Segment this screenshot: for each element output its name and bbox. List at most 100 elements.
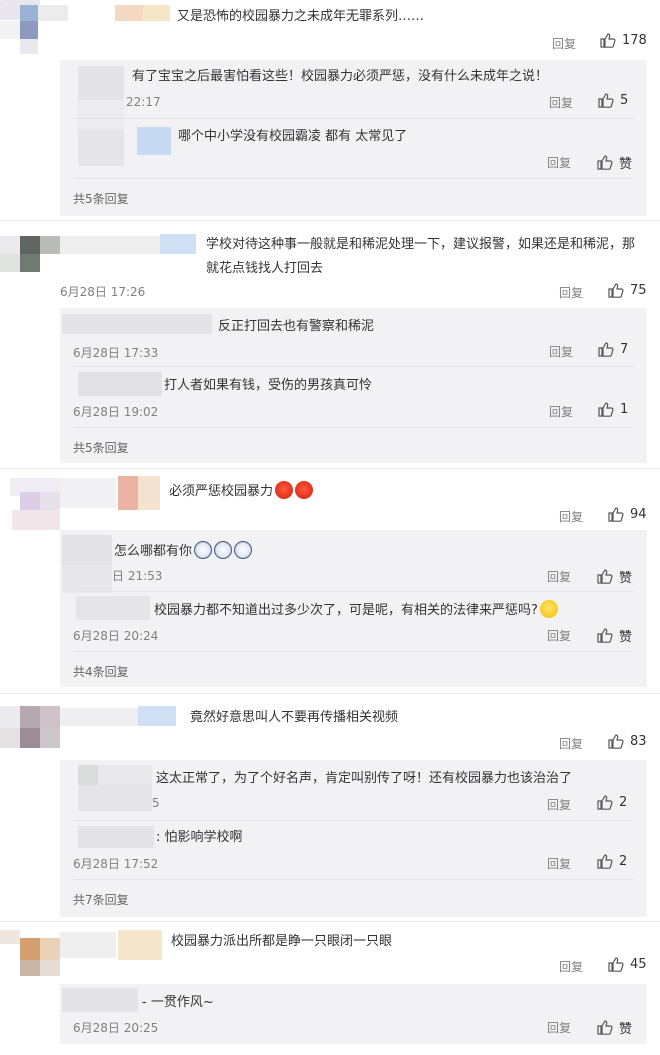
avatar[interactable] xyxy=(78,765,154,813)
reply-button[interactable]: 回复 xyxy=(547,568,571,585)
like-count: 2 xyxy=(619,854,628,869)
reply-text: 怎么哪都有你 xyxy=(114,541,253,561)
like-button[interactable]: 5 xyxy=(598,93,628,108)
like-button[interactable]: 45 xyxy=(608,957,647,972)
divider xyxy=(73,178,633,179)
like-button[interactable]: 178 xyxy=(600,33,647,48)
like-button[interactable]: 赞 xyxy=(597,153,632,172)
like-button[interactable]: 94 xyxy=(608,507,647,522)
thumbs-up-icon xyxy=(597,1020,613,1035)
thumbs-up-icon xyxy=(597,569,613,584)
thumbs-up-icon xyxy=(597,854,613,869)
more-replies-link[interactable]: 共4条回复 xyxy=(73,663,129,680)
like-count: 5 xyxy=(620,93,629,108)
avatar[interactable] xyxy=(0,474,170,534)
divider xyxy=(0,468,660,469)
reply-text: 哪个中小学没有校园霸凌 都有 太常见了 xyxy=(178,129,408,144)
reply-button[interactable]: 回复 xyxy=(547,627,571,644)
like-button[interactable]: 83 xyxy=(608,734,647,749)
reply-text: - 一贯作风~ xyxy=(142,995,214,1010)
reply-text: : 怕影响学校啊 xyxy=(156,830,243,845)
more-replies-link[interactable]: 共5条回复 xyxy=(73,439,129,456)
like-count: 赞 xyxy=(619,630,633,645)
thumbs-up-icon xyxy=(608,957,624,972)
timestamp: 6月28日 20:25 xyxy=(73,1021,159,1035)
thumbs-up-icon xyxy=(600,33,616,48)
reply-text: 反正打回去也有警察和稀泥 xyxy=(218,319,375,334)
timestamp: 6月28日 17:33 xyxy=(73,346,159,360)
thumbs-up-icon xyxy=(598,93,614,108)
reply-button[interactable]: 回复 xyxy=(559,735,583,752)
reply-button[interactable]: 回复 xyxy=(549,94,573,111)
like-button[interactable]: 2 xyxy=(597,854,627,869)
avatar[interactable] xyxy=(0,232,200,278)
like-count: 178 xyxy=(622,33,647,48)
reply-button[interactable]: 回复 xyxy=(547,1019,571,1036)
divider xyxy=(73,651,633,652)
divider xyxy=(73,427,633,428)
like-button[interactable]: 7 xyxy=(598,342,628,357)
reply-button[interactable]: 回复 xyxy=(549,343,573,360)
like-button[interactable]: 2 xyxy=(597,795,627,810)
like-count: 45 xyxy=(630,957,647,972)
avatar[interactable] xyxy=(0,704,180,752)
avatar[interactable] xyxy=(0,0,170,55)
reply-button[interactable]: 回复 xyxy=(549,403,573,420)
timestamp: 6月28日 17:52 xyxy=(73,857,159,871)
divider xyxy=(0,220,660,221)
reply-button[interactable]: 回复 xyxy=(552,35,576,52)
comment-text: 学校对待这种事一般就是和稀泥处理一下，建议报警，如果还是和稀泥，那就花点钱找人打… xyxy=(206,237,636,276)
comment-text: 又是恐怖的校园暴力之未成年无罪系列…… xyxy=(177,9,425,24)
thumbs-up-icon xyxy=(598,342,614,357)
ghost-emoji-icon xyxy=(234,541,253,559)
divider xyxy=(0,693,660,694)
like-button[interactable]: 赞 xyxy=(597,1018,632,1037)
reply-text: 有了宝宝之后最害怕看这些！校园暴力必须严惩，没有什么未成年之说！ xyxy=(132,69,549,84)
angry-emoji-icon xyxy=(275,481,294,499)
angry-emoji-icon xyxy=(295,481,314,499)
thumbs-up-icon xyxy=(597,628,613,643)
divider xyxy=(73,366,633,367)
like-button[interactable]: 赞 xyxy=(597,567,632,586)
divider xyxy=(0,921,660,922)
more-replies-link[interactable]: 共7条回复 xyxy=(73,891,129,908)
comment-text: 竟然好意思叫人不要再传播相关视频 xyxy=(190,710,399,725)
timestamp: 5 xyxy=(152,796,160,810)
avatar[interactable] xyxy=(62,535,112,595)
divider xyxy=(73,118,633,119)
thumbs-up-icon xyxy=(598,402,614,417)
thumbs-up-icon xyxy=(597,155,613,170)
like-button[interactable]: 1 xyxy=(598,402,628,417)
reply-button[interactable]: 回复 xyxy=(559,508,583,525)
like-button[interactable]: 赞 xyxy=(597,626,632,645)
timestamp: 6月28日 17:26 xyxy=(60,285,146,299)
reply-button[interactable]: 回复 xyxy=(547,154,571,171)
timestamp: 6月28日 19:02 xyxy=(73,405,159,419)
reply-text: 打人者如果有钱，受伤的男孩真可怜 xyxy=(164,378,373,393)
avatar[interactable] xyxy=(78,66,124,166)
divider xyxy=(73,591,633,592)
reply-button[interactable]: 回复 xyxy=(559,958,583,975)
reply-text: 校园暴力都不知道出过多少次了，可是呢，有相关的法律来严惩吗? xyxy=(154,600,558,620)
avatar[interactable] xyxy=(0,928,170,978)
like-count: 赞 xyxy=(619,571,633,586)
timestamp: 22:17 xyxy=(126,95,161,109)
like-count: 1 xyxy=(620,402,629,417)
avatar[interactable] xyxy=(62,988,140,1014)
thumbs-up-icon xyxy=(608,283,624,298)
thumbs-up-icon xyxy=(608,734,624,749)
like-button[interactable]: 75 xyxy=(608,283,647,298)
reply-button[interactable]: 回复 xyxy=(547,855,571,872)
comment-text: 必须严惩校园暴力 xyxy=(169,481,314,501)
ghost-emoji-icon xyxy=(194,541,213,559)
divider xyxy=(73,879,633,880)
reply-button[interactable]: 回复 xyxy=(547,796,571,813)
reply-button[interactable]: 回复 xyxy=(559,284,583,301)
thumbs-up-icon xyxy=(597,795,613,810)
thinking-emoji-icon xyxy=(539,600,558,618)
reply-text: 这太正常了，为了个好名声，肯定叫别传了呀！还有校园暴力也该治治了 xyxy=(156,771,573,786)
timestamp: 6月28日 20:24 xyxy=(73,629,159,643)
divider xyxy=(73,820,633,821)
more-replies-link[interactable]: 共5条回复 xyxy=(73,190,129,207)
like-count: 赞 xyxy=(619,157,633,172)
